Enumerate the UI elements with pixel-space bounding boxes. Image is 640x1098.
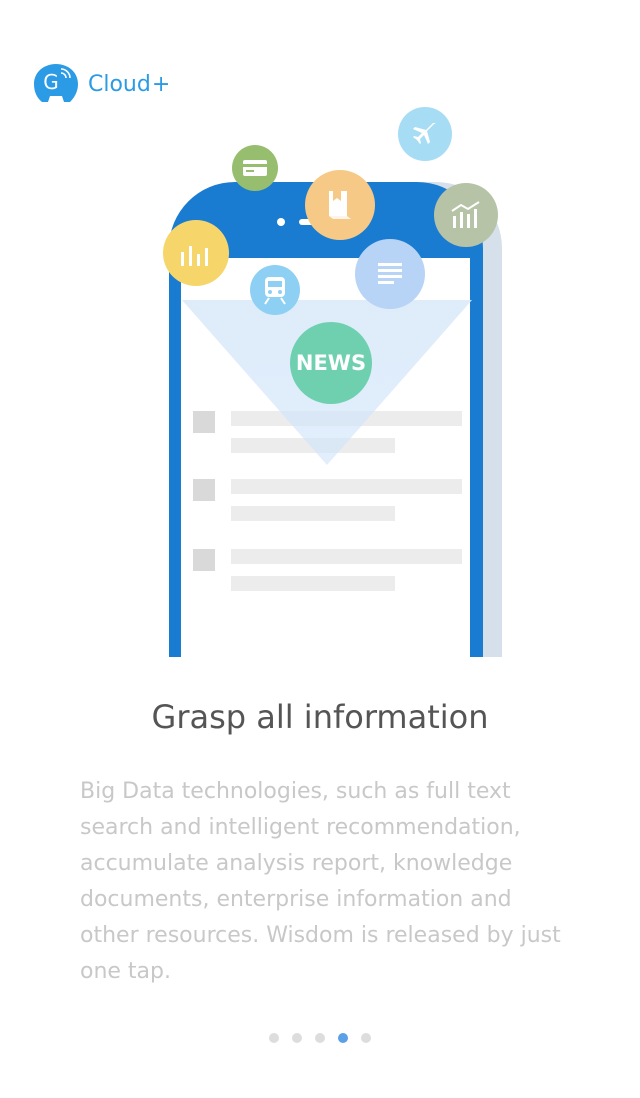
page-dot-2[interactable] (292, 1033, 302, 1043)
book-icon (329, 191, 351, 219)
page-dot-4-active[interactable] (338, 1033, 348, 1043)
page-dot-5[interactable] (361, 1033, 371, 1043)
phone-camera (277, 218, 285, 226)
document-icon (378, 263, 402, 284)
list-item-line (231, 576, 395, 591)
page-description: Big Data technologies, such as full text… (80, 779, 561, 984)
list-item-thumb (193, 479, 215, 501)
brand-name: Cloud+ (88, 72, 170, 97)
bar-chart-bubble (163, 220, 229, 286)
trend-chart-icon (451, 201, 480, 228)
page-dot-1[interactable] (269, 1033, 279, 1043)
train-icon (264, 277, 286, 305)
feature-illustration: NEWS (0, 100, 640, 660)
book-bubble (305, 170, 375, 240)
airplane-icon (413, 123, 436, 144)
brand-name-text: Cloud (88, 71, 151, 97)
logo-letter: G (43, 70, 59, 94)
list-item-line (231, 506, 395, 521)
news-bubble: NEWS (290, 322, 372, 404)
airplane-bubble (398, 107, 452, 161)
news-icon-label: NEWS (295, 351, 367, 375)
card-bubble (232, 145, 278, 191)
trend-chart-bubble (434, 183, 498, 247)
list-item-thumb (193, 549, 215, 571)
list-item-line (231, 479, 462, 494)
page-title: Grasp all information (151, 698, 489, 736)
page-dot-3[interactable] (315, 1033, 325, 1043)
card-icon (243, 160, 267, 176)
brand-plus: + (151, 71, 171, 97)
bar-chart-icon (181, 246, 208, 266)
train-bubble (250, 265, 300, 315)
document-bubble (355, 239, 425, 309)
page-indicator (0, 1033, 640, 1043)
list-item-line (231, 549, 462, 564)
